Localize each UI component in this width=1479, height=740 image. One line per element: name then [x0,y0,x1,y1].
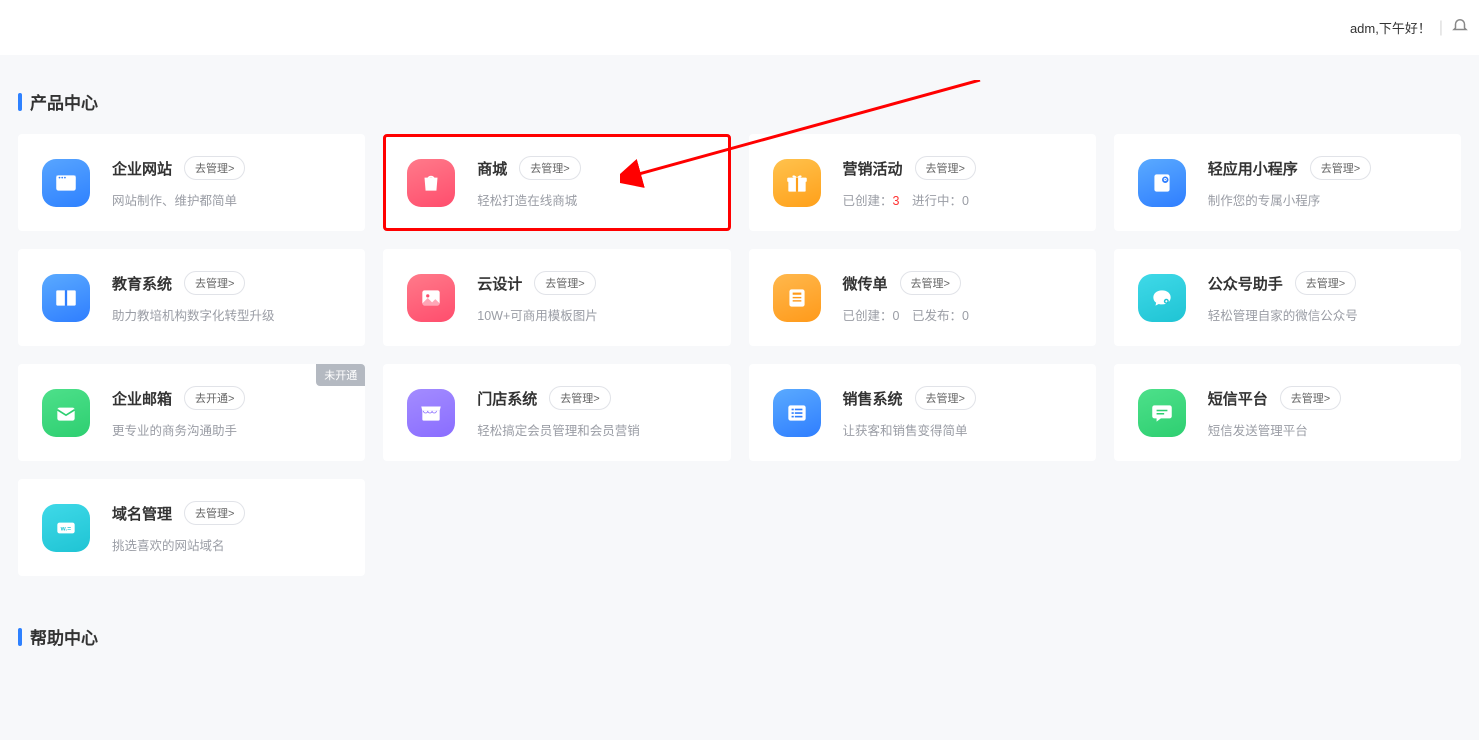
open-button[interactable]: 去开通> [184,386,245,410]
shopping-bag-icon [407,159,455,207]
domain-icon: w.= [42,504,90,552]
manage-button[interactable]: 去管理> [1310,156,1371,180]
manage-button[interactable]: 去管理> [184,156,245,180]
card-title: 营销活动 [843,158,903,179]
card-desc: 制作您的专属小程序 [1208,190,1437,209]
bell-icon[interactable] [1451,16,1469,39]
card-store[interactable]: 门店系统 去管理> 轻松搞定会员管理和会员营销 [383,364,730,461]
card-title: 域名管理 [112,503,172,524]
window-icon [42,159,90,207]
wechat-icon [1138,274,1186,322]
card-title: 教育系统 [112,273,172,294]
image-icon [407,274,455,322]
card-title: 企业邮箱 [112,388,172,409]
flyer-icon [773,274,821,322]
card-email[interactable]: 未开通 企业邮箱 去开通> 更专业的商务沟通助手 [18,364,365,461]
card-desc: 10W+可商用模板图片 [477,305,706,324]
mail-icon [42,389,90,437]
card-desc: 轻松管理自家的微信公众号 [1208,305,1437,324]
card-title: 门店系统 [477,388,537,409]
card-desc: 轻松搞定会员管理和会员营销 [477,420,706,439]
manage-button[interactable]: 去管理> [534,271,595,295]
card-title: 云设计 [477,273,522,294]
card-desc: 轻松打造在线商城 [477,190,706,209]
manage-button[interactable]: 去管理> [184,271,245,295]
manage-button[interactable]: 去管理> [184,501,245,525]
content-area: 产品中心 企业网站 去管理> 网站制作、维护都简单 商城 [0,55,1479,689]
card-title: 企业网站 [112,158,172,179]
product-grid: 企业网站 去管理> 网站制作、维护都简单 商城 去管理> 轻松打造在线商城 [18,134,1461,576]
card-domain[interactable]: w.= 域名管理 去管理> 挑选喜欢的网站域名 [18,479,365,576]
gift-icon [773,159,821,207]
card-sales[interactable]: 销售系统 去管理> 让获客和销售变得简单 [749,364,1096,461]
card-miniapp[interactable]: 轻应用小程序 去管理> 制作您的专属小程序 [1114,134,1461,231]
section-bar-icon [18,628,22,646]
card-wechat[interactable]: 公众号助手 去管理> 轻松管理自家的微信公众号 [1114,249,1461,346]
card-desc: 已创建：0 已发布：0 [843,305,1072,324]
greeting-text: adm,下午好！ [1350,18,1431,37]
section-title-help: 帮助中心 [18,624,1461,649]
card-title: 公众号助手 [1208,273,1283,294]
separator: | [1439,19,1443,37]
store-icon [407,389,455,437]
card-flyer[interactable]: 微传单 去管理> 已创建：0 已发布：0 [749,249,1096,346]
card-mall[interactable]: 商城 去管理> 轻松打造在线商城 [383,134,730,231]
manage-button[interactable]: 去管理> [915,156,976,180]
manage-button[interactable]: 去管理> [549,386,610,410]
section-title-text: 帮助中心 [30,624,98,649]
card-education[interactable]: 教育系统 去管理> 助力教培机构数字化转型升级 [18,249,365,346]
book-icon [42,274,90,322]
card-desc: 已创建：3 进行中：0 [843,190,1072,209]
card-website[interactable]: 企业网站 去管理> 网站制作、维护都简单 [18,134,365,231]
topbar: adm,下午好！ | [0,0,1479,55]
manage-button[interactable]: 去管理> [1295,271,1356,295]
card-desc: 更专业的商务沟通助手 [112,420,341,439]
card-desc: 助力教培机构数字化转型升级 [112,305,341,324]
list-icon [773,389,821,437]
card-title: 短信平台 [1208,388,1268,409]
card-desc: 网站制作、维护都简单 [112,190,341,209]
manage-button[interactable]: 去管理> [900,271,961,295]
unopened-badge: 未开通 [316,364,365,386]
card-sms[interactable]: 短信平台 去管理> 短信发送管理平台 [1114,364,1461,461]
card-desc: 让获客和销售变得简单 [843,420,1072,439]
card-design[interactable]: 云设计 去管理> 10W+可商用模板图片 [383,249,730,346]
manage-button[interactable]: 去管理> [1280,386,1341,410]
manage-button[interactable]: 去管理> [915,386,976,410]
svg-text:w.=: w.= [60,525,72,532]
card-title: 商城 [477,158,507,179]
card-title: 轻应用小程序 [1208,158,1298,179]
card-title: 微传单 [843,273,888,294]
section-title-product: 产品中心 [18,89,1461,114]
section-title-text: 产品中心 [30,89,98,114]
manage-button[interactable]: 去管理> [519,156,580,180]
card-marketing[interactable]: 营销活动 去管理> 已创建：3 进行中：0 [749,134,1096,231]
card-desc: 短信发送管理平台 [1208,420,1437,439]
message-icon [1138,389,1186,437]
miniprogram-icon [1138,159,1186,207]
section-bar-icon [18,93,22,111]
card-desc: 挑选喜欢的网站域名 [112,535,341,554]
card-title: 销售系统 [843,388,903,409]
